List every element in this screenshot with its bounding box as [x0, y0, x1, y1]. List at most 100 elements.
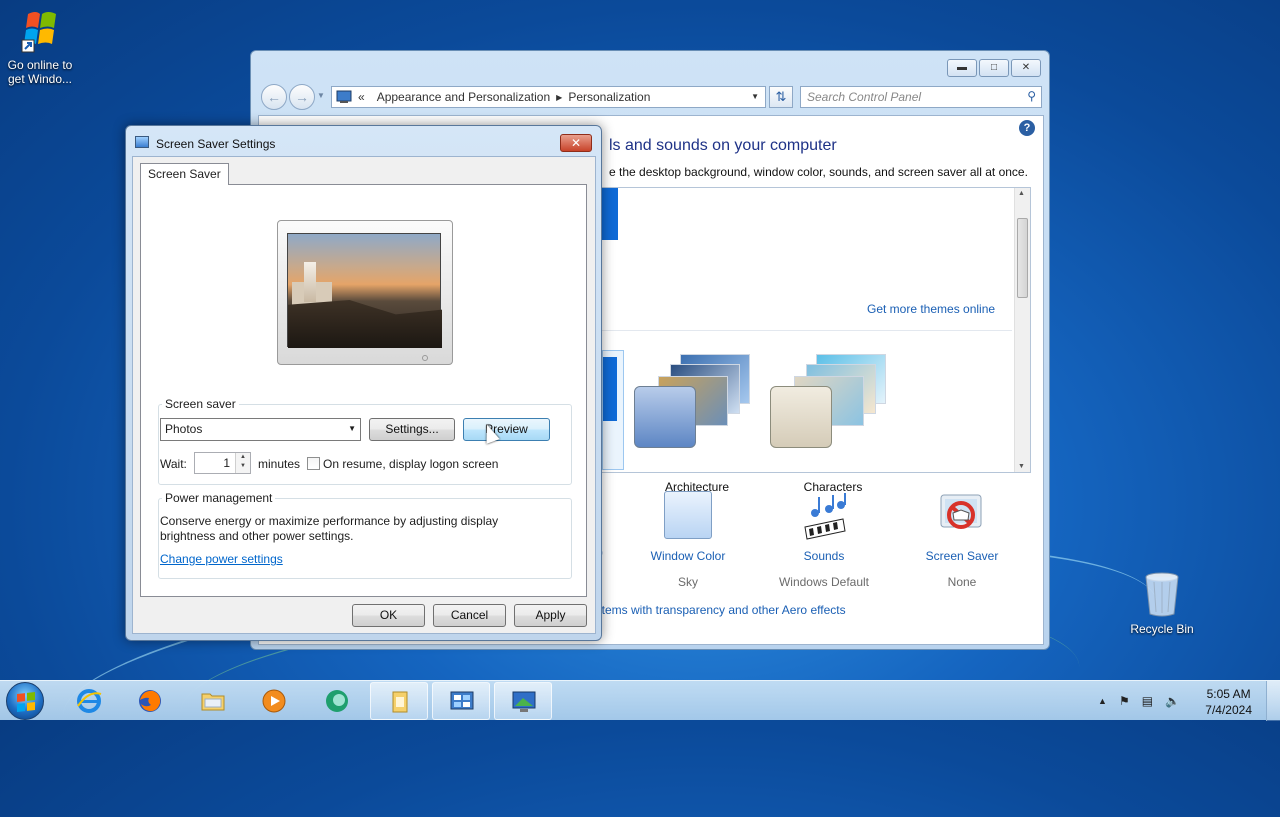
recycle-bin-icon	[1145, 572, 1179, 617]
resume-logon-checkbox[interactable]	[307, 457, 320, 470]
preview-screen-image	[287, 233, 442, 348]
screen-saver-select[interactable]: Photos ▼	[160, 418, 361, 441]
screen-saver-selected: Photos	[165, 422, 203, 436]
media-player-icon	[262, 689, 286, 713]
taskbar-running-control-panel[interactable]	[432, 682, 490, 720]
window-color-icon	[664, 491, 712, 539]
chevron-down-icon: ▼	[348, 424, 356, 433]
breadcrumb-separator-icon[interactable]: ▶	[556, 93, 562, 102]
action-center-flag-icon[interactable]: ⚑	[1119, 694, 1130, 708]
screen-saver-icon	[940, 494, 982, 529]
selected-theme-fragment	[602, 188, 618, 240]
start-button[interactable]	[6, 682, 44, 720]
clock-date: 7/4/2024	[1205, 703, 1252, 717]
sounds-link[interactable]: Sounds	[764, 549, 884, 563]
sounds-item[interactable]: Sounds Windows Default	[764, 491, 884, 589]
address-dropdown-icon[interactable]: ▼	[751, 92, 759, 101]
apply-button[interactable]: Apply	[514, 604, 587, 627]
spin-arrows-icon[interactable]: ▲ ▼	[235, 453, 250, 473]
taskbar-media-player[interactable]	[245, 682, 303, 720]
desktop-icon-label: Recycle Bin	[1130, 622, 1194, 636]
desktop-icon-recycle-bin[interactable]: Recycle Bin	[1122, 570, 1202, 636]
taskbar-internet-explorer[interactable]	[60, 682, 118, 720]
scroll-thumb[interactable]	[1017, 218, 1028, 298]
search-placeholder: Search Control Panel	[807, 90, 922, 104]
settings-button[interactable]: Settings...	[369, 418, 455, 441]
scroll-down-icon[interactable]: ▼	[1018, 463, 1025, 470]
firefox-icon	[139, 690, 161, 712]
get-more-themes-link[interactable]: Get more themes online	[867, 302, 995, 316]
screen-saver-item[interactable]: Screen Saver None	[902, 491, 1022, 589]
taskbar-firefox[interactable]	[121, 682, 179, 720]
theme-characters[interactable]: Characters	[768, 350, 898, 494]
taskbar-running-explorer[interactable]	[370, 682, 428, 720]
theme-architecture[interactable]: Architecture	[632, 350, 762, 494]
forward-button[interactable]: →	[289, 84, 315, 110]
themes-scrollbar[interactable]: ▲ ▼	[1014, 188, 1030, 472]
selected-theme-tile-fragment[interactable]	[602, 350, 624, 470]
desktop-icon-go-online[interactable]: Go online to get Windo...	[0, 8, 80, 86]
back-button[interactable]: ←	[261, 84, 287, 110]
sounds-value: Windows Default	[778, 575, 870, 589]
help-icon[interactable]: ?	[1019, 120, 1035, 136]
breadcrumb-personalization[interactable]: Personalization	[568, 90, 650, 104]
monitor-power-led	[422, 355, 428, 361]
window-color-value: Sky	[677, 575, 698, 589]
resume-logon-label[interactable]: On resume, display logon screen	[323, 457, 498, 471]
dialog-close-button[interactable]: ✕	[560, 134, 592, 152]
window-color-link[interactable]: Window Color	[628, 549, 748, 563]
page-heading: ls and sounds on your computer	[609, 137, 837, 154]
address-bar[interactable]: « Appearance and Personalization ▶ Perso…	[331, 86, 766, 108]
ok-button[interactable]: OK	[352, 604, 425, 627]
minutes-label: minutes	[258, 457, 301, 471]
dialog-client: Screen Saver Screen saver Photos ▼ Setti…	[132, 156, 596, 634]
aero-effects-link[interactable]: items with transparency and other Aero e…	[599, 603, 846, 617]
theme-divider	[602, 330, 1012, 331]
screen-saver-link[interactable]: Screen Saver	[902, 549, 1022, 563]
desktop-icon-label: Go online to get Windo...	[7, 58, 73, 86]
internet-explorer-icon	[77, 689, 102, 713]
scroll-up-icon[interactable]: ▲	[1018, 190, 1025, 197]
show-desktop-button[interactable]	[1266, 681, 1280, 721]
maximize-button[interactable]: □	[979, 59, 1009, 77]
wait-label: Wait:	[160, 457, 187, 471]
clock[interactable]: 5:05 AM 7/4/2024	[1205, 686, 1252, 718]
clock-time: 5:05 AM	[1206, 687, 1251, 701]
refresh-button[interactable]: ⇅	[769, 86, 793, 108]
recent-pages-dropdown-icon[interactable]: ▼	[317, 91, 325, 100]
network-icon[interactable]: ▤	[1142, 694, 1153, 708]
power-group-label: Power management	[165, 491, 273, 505]
volume-muted-icon[interactable]: 🔈	[1165, 694, 1180, 708]
address-prefix[interactable]: «	[358, 90, 365, 104]
minimize-button[interactable]: ▬	[947, 59, 977, 77]
window-color-item[interactable]: Window Color Sky	[628, 491, 748, 589]
search-input[interactable]: Search Control Panel ⚲	[800, 86, 1042, 108]
tab-screen-saver[interactable]: Screen Saver	[140, 163, 229, 185]
control-panel-icon	[336, 90, 352, 103]
preview-monitor	[277, 220, 453, 365]
file-explorer-window-icon	[392, 691, 408, 713]
taskbar-chat-app[interactable]	[308, 682, 366, 720]
tab-panel: Screen saver Photos ▼ Settings... Previe…	[140, 184, 587, 597]
taskbar-file-explorer[interactable]	[184, 682, 242, 720]
cancel-button[interactable]: Cancel	[433, 604, 506, 627]
screen-saver-group-label: Screen saver	[165, 397, 236, 411]
show-hidden-icons-icon[interactable]: ▲	[1098, 696, 1107, 706]
preview-button[interactable]: Preview	[463, 418, 550, 441]
windows-flag-icon	[17, 692, 35, 712]
power-description: Conserve energy or maximize performance …	[160, 514, 499, 543]
themes-list[interactable]: Get more themes online Architecture Char…	[601, 187, 1031, 494]
change-power-settings-link[interactable]: Change power settings	[160, 552, 283, 566]
breadcrumb-appearance[interactable]: Appearance and Personalization	[377, 90, 550, 104]
close-button[interactable]: ✕	[1011, 59, 1041, 77]
windows-logo-icon	[21, 12, 56, 53]
search-icon[interactable]: ⚲	[1027, 89, 1036, 103]
window-caption-buttons: ▬ □ ✕	[947, 59, 1041, 77]
taskbar-running-screen-saver[interactable]	[494, 682, 552, 720]
wait-minutes-stepper[interactable]: 1 ▲ ▼	[194, 452, 251, 474]
sounds-icon	[804, 493, 846, 540]
page-subheading: e the desktop background, window color, …	[609, 165, 1028, 179]
screen-saver-dialog: Screen Saver Settings ✕ Screen Saver Scr…	[125, 125, 602, 641]
screen-saver-value: None	[947, 575, 977, 589]
taskbar: ▲ ⚑ ▤ 🔈 5:05 AM 7/4/2024	[0, 680, 1280, 721]
